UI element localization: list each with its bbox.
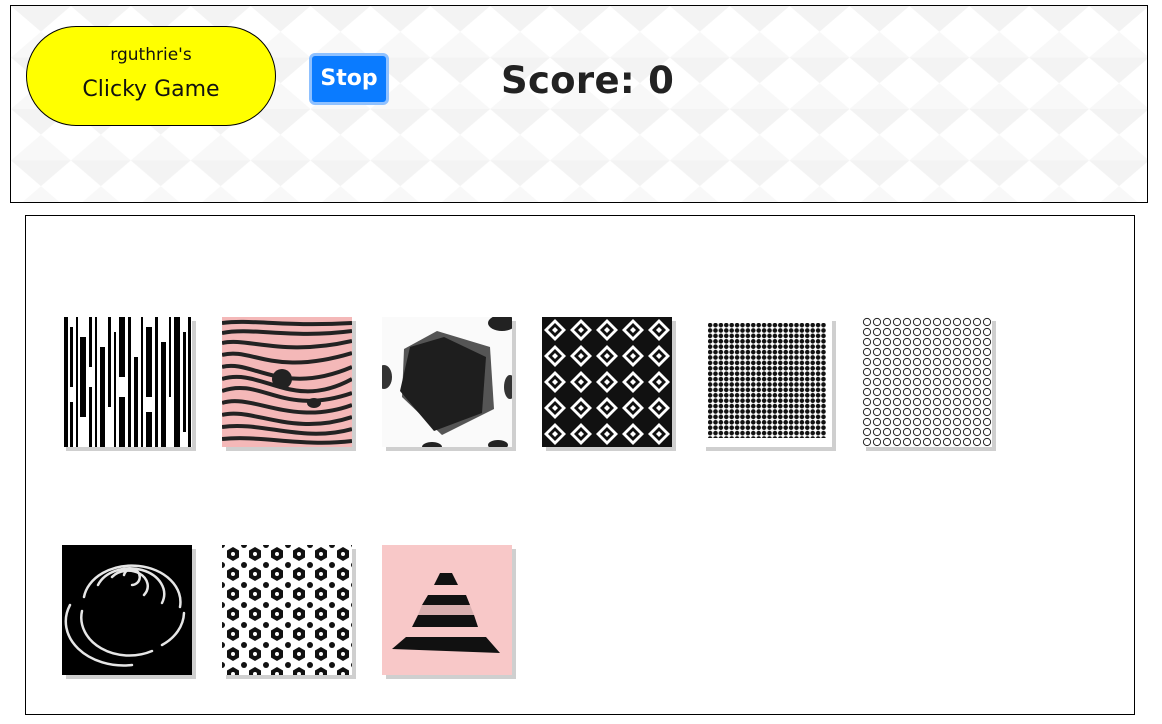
game-header: rguthrie's Clicky Game Stop Score: 0 (10, 5, 1148, 203)
card-vertical-bars[interactable] (62, 317, 192, 447)
pink-wave-pattern (222, 317, 352, 447)
black-pentagon-pattern (382, 317, 512, 447)
score-label: Score: (501, 59, 635, 102)
dot-grid-pattern (702, 317, 832, 447)
score-display: Score: 0 (501, 59, 674, 102)
hexagon-lattice-pattern (222, 545, 352, 675)
card-pink-waves[interactable] (222, 317, 352, 447)
game-board (25, 215, 1135, 715)
vertical-bars-pattern (62, 317, 192, 447)
score-value: 0 (648, 59, 675, 102)
card-circle-grid[interactable] (862, 317, 992, 447)
card-dot-grid[interactable] (702, 317, 832, 447)
title-game: Clicky Game (82, 77, 220, 102)
game-title-badge: rguthrie's Clicky Game (26, 26, 276, 126)
pink-pyramid-pattern (382, 545, 512, 675)
card-diamond-lattice[interactable] (542, 317, 672, 447)
diamond-lattice-pattern (542, 317, 672, 447)
card-hexagon-lattice[interactable] (222, 545, 352, 675)
card-black-pentagon[interactable] (382, 317, 512, 447)
card-pink-pyramid[interactable] (382, 545, 512, 675)
card-spiral-arcs[interactable] (62, 545, 192, 675)
stop-button[interactable]: Stop (309, 53, 389, 105)
spiral-arcs-pattern (62, 545, 192, 675)
circle-grid-pattern (862, 317, 992, 447)
title-owner: rguthrie's (110, 45, 192, 65)
